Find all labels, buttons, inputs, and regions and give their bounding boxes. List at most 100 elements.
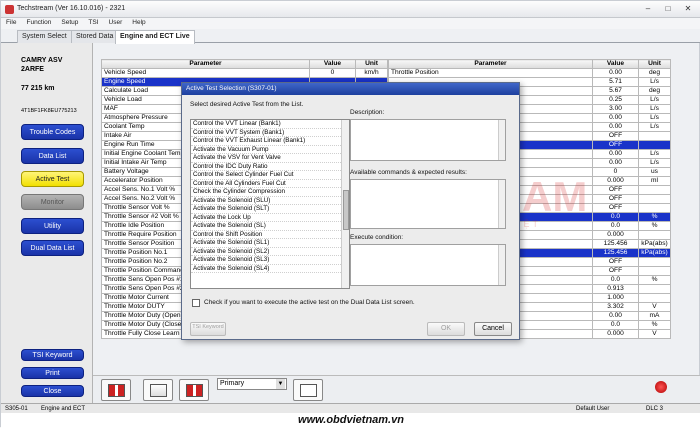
value-cell: 0.0 (592, 212, 639, 222)
value-cell: 0.00 (592, 311, 639, 321)
dual-data-list-button[interactable]: Dual Data List (21, 240, 84, 256)
tab-system-select[interactable]: System Select (17, 30, 72, 43)
value-cell: 0.000 (592, 176, 639, 186)
status-system: Engine and ECT (41, 406, 86, 412)
column-header-unit[interactable]: Unit (355, 59, 388, 69)
active-test-item[interactable]: Control the VVT Exhaust Linear (Bank1) (191, 137, 341, 146)
tsi-keyword-button[interactable]: TSI Keyword (21, 349, 84, 361)
column-header-value[interactable]: Value (309, 59, 356, 69)
close-button[interactable]: Close (21, 385, 84, 397)
unit-cell: L/s (638, 158, 671, 168)
maximize-button[interactable]: □ (661, 4, 675, 14)
unit-cell (638, 230, 671, 240)
vehicle-vin: 4T1BF1FK8EU775213 (21, 108, 77, 114)
menu-function[interactable]: Function (21, 18, 56, 27)
active-test-item[interactable]: Check the Cylinder Compression (191, 188, 341, 197)
edit-list-icon[interactable] (143, 379, 173, 401)
active-test-item[interactable]: Activate the Solenoid (SL3) (191, 256, 341, 265)
param-cell: Vehicle Speed (101, 68, 310, 78)
active-test-item[interactable]: Control the VVT Linear (Bank1) (191, 120, 341, 129)
value-cell: 0.913 (592, 284, 639, 294)
trouble-codes-button[interactable]: Trouble Codes (21, 124, 84, 140)
active-test-item[interactable]: Activate the Solenoid (SL) (191, 222, 341, 231)
active-test-item[interactable]: Activate the Solenoid (SL2) (191, 248, 341, 256)
vehicle-model: CAMRY ASV (21, 57, 63, 64)
active-test-item[interactable]: Activate the Solenoid (SL4) (191, 265, 341, 273)
ok-button[interactable]: OK (427, 322, 465, 336)
list-scrollbar[interactable] (341, 120, 349, 288)
dual-data-list-checkbox[interactable] (192, 299, 200, 307)
unit-cell: L/s (638, 149, 671, 159)
unit-cell: L/s (638, 95, 671, 105)
param-cell: Throttle Position (388, 68, 593, 78)
active-test-button[interactable]: Active Test (21, 171, 84, 187)
status-screen-id: S305-01 (5, 406, 28, 412)
value-cell: 0.000 (592, 329, 639, 339)
active-test-item[interactable]: Activate the Solenoid (SLT) (191, 205, 341, 214)
value-cell: OFF (592, 257, 639, 267)
primary-select[interactable]: Primary ▼ (217, 378, 287, 390)
app-icon (5, 5, 14, 14)
dialog-tsi-keyword-button[interactable]: TSI Keyword (190, 322, 226, 336)
utility-button[interactable]: Utility (21, 218, 84, 234)
active-test-item[interactable]: Control the Shift Position (191, 231, 341, 239)
unit-cell (638, 203, 671, 213)
tab-stored-data[interactable]: Stored Data (71, 30, 119, 43)
active-test-item[interactable]: Control the Select Cylinder Fuel Cut (191, 171, 341, 180)
unit-cell (638, 257, 671, 267)
value-cell: 0.00 (592, 68, 639, 78)
title-bar: Techstream (Ver 16.10.016) - 2321 – □ ✕ (1, 1, 700, 18)
unit-cell: deg (638, 68, 671, 78)
active-test-item[interactable]: Activate the Lock Up (191, 214, 341, 222)
menu-user[interactable]: User (104, 18, 128, 27)
cancel-button[interactable]: Cancel (474, 322, 512, 336)
unit-cell: deg (638, 86, 671, 96)
value-cell: 1.000 (592, 293, 639, 303)
unit-cell (638, 131, 671, 141)
record-icon[interactable] (101, 379, 131, 401)
commands-box (350, 179, 506, 229)
chevron-down-icon: ▼ (276, 379, 285, 389)
column-header-unit[interactable]: Unit (638, 59, 671, 69)
active-test-item[interactable]: Activate the VSV for Vent Valve (191, 154, 341, 163)
column-header-parameter[interactable]: Parameter (101, 59, 310, 69)
menu-help[interactable]: Help (127, 18, 150, 27)
value-cell: OFF (592, 131, 639, 141)
menu-file[interactable]: File (1, 18, 21, 27)
unit-cell: us (638, 167, 671, 177)
active-test-list[interactable]: Control the VVT Linear (Bank1) Control th… (190, 119, 350, 289)
active-test-item[interactable]: Activate the Solenoid (SLU) (191, 197, 341, 205)
sort-icon[interactable] (179, 379, 209, 401)
active-test-item[interactable]: Control the VVT System (Bank1) (191, 129, 341, 137)
dual-check-label: Check if you want to execute the active … (204, 299, 415, 306)
description-box (350, 119, 506, 161)
menu-setup[interactable]: Setup (56, 18, 83, 27)
active-test-item[interactable]: Activate the Solenoid (SL1) (191, 239, 341, 248)
minimize-button[interactable]: – (641, 4, 655, 14)
value-cell: 0.00 (592, 113, 639, 123)
active-test-dialog: Active Test Selection (S307-01) Select d… (181, 82, 520, 340)
select-test-label: Select desired Active Test from the List… (190, 101, 304, 108)
dialog-title: Active Test Selection (S307-01) (182, 83, 519, 95)
column-header-value[interactable]: Value (592, 59, 639, 69)
active-test-item[interactable]: Control the IDC Duty Ratio (191, 163, 341, 171)
table-row[interactable]: Throttle Position 0.00 deg (388, 68, 671, 78)
print-button[interactable]: Print (21, 367, 84, 379)
graph-icon[interactable] (293, 379, 323, 401)
value-cell: 0.25 (592, 95, 639, 105)
value-cell: OFF (592, 266, 639, 276)
unit-cell: L/s (638, 122, 671, 132)
scrollbar-thumb[interactable] (343, 190, 349, 230)
stop-record-icon[interactable] (655, 381, 667, 393)
value-cell: 0 (309, 68, 356, 78)
active-test-item[interactable]: Control the All Cylinders Fuel Cut (191, 180, 341, 188)
monitor-button[interactable]: Monitor (21, 194, 84, 210)
tab-engine-ect-live[interactable]: Engine and ECT Live (115, 30, 195, 44)
menu-tsi[interactable]: TSI (83, 18, 103, 27)
data-list-button[interactable]: Data List (21, 148, 84, 164)
table-row[interactable]: Vehicle Speed 0 km/h (101, 68, 388, 78)
active-test-item[interactable]: Activate the Vacuum Pump (191, 146, 341, 154)
value-cell: OFF (592, 185, 639, 195)
column-header-parameter[interactable]: Parameter (388, 59, 593, 69)
close-window-button[interactable]: ✕ (681, 4, 695, 14)
